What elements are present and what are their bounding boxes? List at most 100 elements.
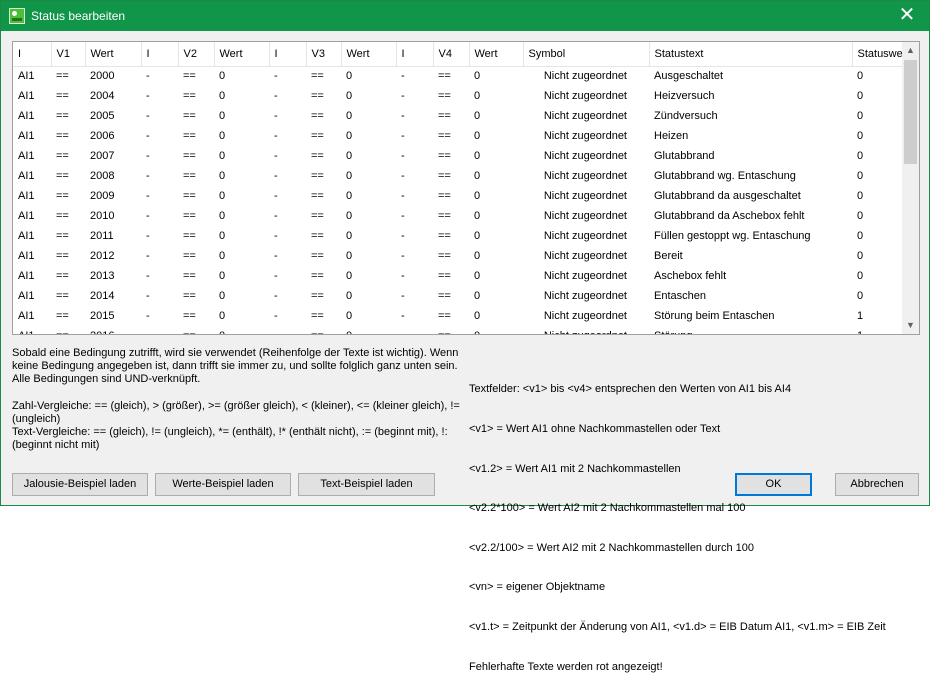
vertical-scrollbar[interactable]: ▲ ▼ (902, 42, 919, 334)
table-cell[interactable]: 0 (214, 226, 269, 246)
table-cell[interactable]: == (51, 146, 85, 166)
table-cell[interactable]: 2005 (85, 106, 141, 126)
table-cell[interactable]: 0 (469, 186, 523, 206)
column-header[interactable]: Symbol (523, 42, 650, 67)
table-cell[interactable]: - (269, 326, 306, 334)
column-header[interactable]: I (396, 42, 434, 67)
table-cell[interactable]: Glutabbrand da Aschebox fehlt (649, 206, 852, 226)
table-cell[interactable]: == (306, 206, 341, 226)
table-cell[interactable]: == (306, 106, 341, 126)
table-cell[interactable]: - (269, 266, 306, 286)
table-cell[interactable]: == (433, 226, 469, 246)
table-cell[interactable]: 0 (214, 246, 269, 266)
table-cell[interactable]: - (141, 326, 178, 334)
column-header[interactable]: I (13, 42, 52, 67)
table-cell[interactable]: AI1 (13, 266, 51, 286)
table-cell[interactable]: - (141, 306, 178, 326)
table-cell[interactable]: - (269, 66, 306, 86)
table-cell[interactable]: AI1 (13, 246, 51, 266)
table-cell[interactable]: == (433, 126, 469, 146)
table-cell[interactable]: - (396, 266, 433, 286)
table-cell[interactable]: == (178, 286, 214, 306)
load-jalousie-example-button[interactable]: Jalousie-Beispiel laden (12, 473, 148, 496)
table-row[interactable]: AI1 == 2015- == 0- == 0- == 0 Nicht zugeordnet Stö… (13, 306, 902, 326)
table-cell[interactable]: 2013 (85, 266, 141, 286)
table-cell[interactable]: Nicht zugeordnet (523, 266, 649, 286)
table-cell[interactable]: == (306, 326, 341, 334)
table-cell[interactable]: == (178, 246, 214, 266)
table-cell[interactable]: 0 (469, 126, 523, 146)
table-cell[interactable]: 0 (469, 226, 523, 246)
table-cell[interactable]: - (269, 306, 306, 326)
table-cell[interactable]: - (269, 226, 306, 246)
table-cell[interactable]: == (433, 326, 469, 334)
table-cell[interactable]: Heizen (649, 126, 852, 146)
table-cell[interactable]: 2004 (85, 86, 141, 106)
table-cell[interactable]: == (433, 166, 469, 186)
table-cell[interactable]: 0 (341, 246, 396, 266)
table-cell[interactable]: 1 (852, 326, 902, 334)
table-cell[interactable]: Nicht zugeordnet (523, 186, 649, 206)
table-cell[interactable]: 0 (214, 126, 269, 146)
table-cell[interactable]: 0 (852, 226, 902, 246)
table-cell[interactable]: == (433, 66, 469, 86)
table-cell[interactable]: == (433, 206, 469, 226)
column-header[interactable]: I (141, 42, 179, 67)
table-cell[interactable]: == (178, 206, 214, 226)
table-cell[interactable]: == (178, 186, 214, 206)
table-cell[interactable]: AI1 (13, 126, 51, 146)
table-cell[interactable]: 0 (469, 206, 523, 226)
table-cell[interactable]: == (306, 266, 341, 286)
table-cell[interactable]: 0 (469, 86, 523, 106)
table-cell[interactable]: AI1 (13, 326, 51, 334)
table-cell[interactable]: - (396, 146, 433, 166)
table-cell[interactable]: 0 (341, 206, 396, 226)
table-cell[interactable]: Zündversuch (649, 106, 852, 126)
table-cell[interactable]: 0 (214, 86, 269, 106)
table-cell[interactable]: - (396, 246, 433, 266)
table-cell[interactable]: - (141, 266, 178, 286)
table-cell[interactable]: Nicht zugeordnet (523, 206, 649, 226)
table-cell[interactable]: == (306, 166, 341, 186)
table-cell[interactable]: AI1 (13, 166, 51, 186)
table-cell[interactable]: - (396, 326, 433, 334)
table-cell[interactable]: == (306, 86, 341, 106)
table-row[interactable]: AI1 == 2008- == 0- == 0- == 0 Nicht zugeordnet Glu… (13, 166, 902, 186)
table-cell[interactable]: 0 (341, 106, 396, 126)
table-cell[interactable]: == (178, 226, 214, 246)
table-cell[interactable]: Glutabbrand wg. Entaschung (649, 166, 852, 186)
column-header[interactable]: Wert (341, 42, 397, 67)
table-cell[interactable]: 0 (469, 146, 523, 166)
table-cell[interactable]: Aschebox fehlt (649, 266, 852, 286)
table-cell[interactable]: Nicht zugeordnet (523, 106, 649, 126)
table-cell[interactable]: - (269, 146, 306, 166)
table-row[interactable]: AI1 == 2014- == 0- == 0- == 0 Nicht zugeordnet Ent… (13, 286, 902, 306)
table-cell[interactable]: == (178, 146, 214, 166)
table-cell[interactable]: Nicht zugeordnet (523, 86, 649, 106)
table-cell[interactable]: 2011 (85, 226, 141, 246)
scroll-up-icon[interactable]: ▲ (902, 42, 919, 59)
table-cell[interactable]: - (269, 106, 306, 126)
table-cell[interactable]: 0 (852, 166, 902, 186)
table-cell[interactable]: AI1 (13, 206, 51, 226)
column-header[interactable]: Statuswert (852, 42, 902, 67)
table-cell[interactable]: - (141, 86, 178, 106)
table-cell[interactable]: AI1 (13, 226, 51, 246)
column-header[interactable]: V3 (306, 42, 342, 67)
table-cell[interactable]: 0 (214, 166, 269, 186)
table-cell[interactable]: 0 (341, 126, 396, 146)
table-cell[interactable]: == (51, 66, 85, 86)
table-cell[interactable]: == (433, 106, 469, 126)
table-cell[interactable]: 2009 (85, 186, 141, 206)
table-cell[interactable]: == (51, 186, 85, 206)
table-cell[interactable]: == (306, 286, 341, 306)
table-cell[interactable]: == (306, 306, 341, 326)
table-cell[interactable]: == (51, 226, 85, 246)
table-cell[interactable]: - (396, 206, 433, 226)
table-cell[interactable]: - (269, 286, 306, 306)
table-cell[interactable]: == (51, 306, 85, 326)
table-cell[interactable]: Nicht zugeordnet (523, 326, 649, 334)
table-cell[interactable]: 0 (341, 266, 396, 286)
table-cell[interactable]: 0 (469, 326, 523, 334)
table-cell[interactable]: - (396, 166, 433, 186)
